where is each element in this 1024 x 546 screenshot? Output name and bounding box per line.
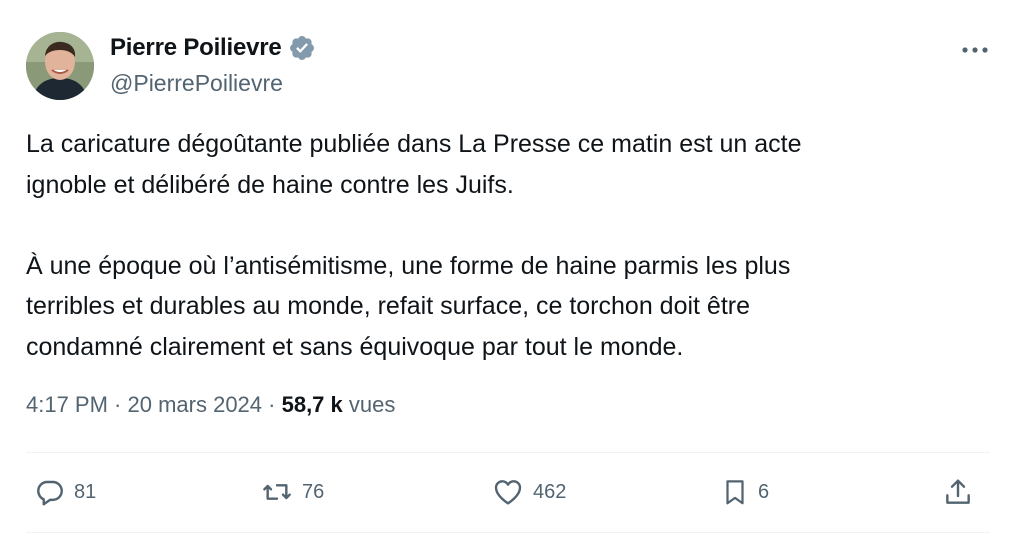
- views-count[interactable]: 58,7 k: [282, 392, 343, 417]
- meta-separator: ·: [107, 392, 128, 417]
- divider: [26, 532, 990, 533]
- bookmark-count: 6: [758, 480, 770, 503]
- reply-count: 81: [74, 480, 97, 503]
- more-icon[interactable]: [960, 38, 990, 62]
- reply-icon: [34, 476, 66, 508]
- share-icon: [942, 476, 974, 508]
- divider: [26, 452, 990, 453]
- like-count: 462: [533, 480, 567, 503]
- tweet-date[interactable]: 20 mars 2024: [128, 392, 263, 417]
- author-names: Pierre Poilievre @PierrePoilievre: [110, 32, 316, 97]
- share-button[interactable]: [942, 476, 974, 508]
- repost-count: 76: [302, 480, 325, 503]
- tweet-text-line: condamné clairement et sans équivoque pa…: [26, 332, 684, 361]
- tweet-card: Pierre Poilievre @PierrePoilievre La car…: [0, 0, 1024, 546]
- tweet-text: La caricature dégoûtante publiée dans La…: [26, 124, 986, 367]
- tweet-text-line: terribles et durables au monde, refait s…: [26, 292, 750, 320]
- tweet-header: Pierre Poilievre @PierrePoilievre: [26, 30, 994, 102]
- meta-separator: ·: [262, 392, 282, 417]
- tweet-text-line: À une époque où l’antisémitisme, une for…: [26, 251, 791, 280]
- like-button[interactable]: 462: [491, 476, 566, 508]
- views-label: vues: [342, 392, 396, 417]
- tweet-meta: 4:17 PM · 20 mars 2024 · 58,7 k vues: [26, 392, 395, 418]
- display-name[interactable]: Pierre Poilievre: [110, 34, 282, 62]
- bookmark-button[interactable]: 6: [720, 476, 769, 508]
- display-name-row: Pierre Poilievre: [110, 32, 316, 64]
- action-bar: 81 76 462 6: [26, 468, 990, 520]
- heart-icon: [491, 476, 525, 508]
- repost-button[interactable]: 76: [260, 476, 324, 508]
- bookmark-icon: [720, 476, 750, 508]
- repost-icon: [260, 476, 294, 508]
- tweet-text-line: ignoble et délibéré de haine contre les …: [26, 170, 514, 199]
- verified-badge-icon[interactable]: [288, 34, 316, 62]
- reply-button[interactable]: 81: [34, 476, 96, 508]
- tweet-text-line: La caricature dégoûtante publiée dans La…: [26, 130, 802, 158]
- tweet-time[interactable]: 4:17 PM: [26, 392, 108, 417]
- handle[interactable]: @PierrePoilievre: [110, 70, 316, 97]
- avatar[interactable]: [26, 32, 94, 100]
